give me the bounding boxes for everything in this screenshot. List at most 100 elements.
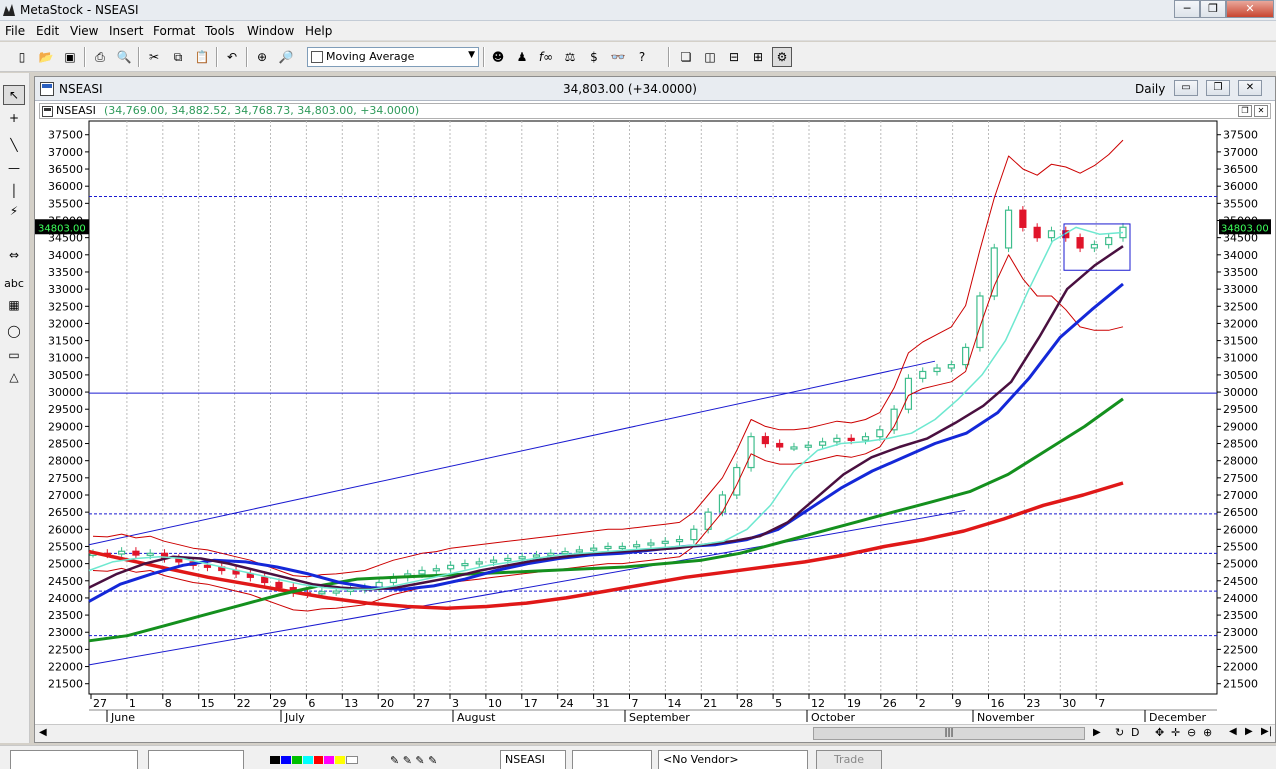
y-tick-label-right: 35500	[1223, 197, 1258, 210]
chart-close-button[interactable]: ✕	[1238, 80, 1262, 96]
price-chart[interactable]: 21500 22000 22500 23000 23500 24000 24500 25000…	[35, 120, 1275, 724]
paste-icon[interactable]: 📋	[192, 47, 212, 67]
candle-body	[1019, 209, 1027, 228]
menu-edit[interactable]: Edit	[36, 24, 59, 38]
menu-tools[interactable]: Tools	[205, 24, 235, 38]
explorer-icon[interactable]: ♟	[512, 47, 532, 67]
pane-restore-button[interactable]: ❐	[1238, 105, 1252, 117]
chart-restore-button[interactable]: ❐	[1206, 80, 1230, 96]
candle-body	[818, 441, 827, 446]
menu-file[interactable]: File	[5, 24, 25, 38]
new-file-icon[interactable]: ▯	[12, 47, 32, 67]
cascade-icon[interactable]: ❏	[676, 47, 696, 67]
chart-settings-icon[interactable]: ⚙	[772, 47, 792, 67]
open-folder-icon[interactable]: 📂	[36, 47, 56, 67]
scroll-next-icon[interactable]: ▶|	[1261, 726, 1272, 737]
crosshair-tool-icon[interactable]: +	[3, 108, 25, 128]
maximize-button[interactable]: ❐	[1200, 0, 1226, 18]
candle-body	[661, 540, 669, 544]
close-button[interactable]: ✕	[1226, 0, 1274, 18]
save-icon[interactable]: ▣	[60, 47, 80, 67]
move-icon[interactable]: ✥	[1155, 726, 1164, 739]
candle-body	[847, 437, 855, 441]
text-tool-icon[interactable]: abc	[3, 273, 25, 293]
x-day-label: 31	[596, 697, 610, 710]
pointer-icon[interactable]: ↖	[3, 85, 25, 105]
crosshair-icon[interactable]: ⊕	[252, 47, 272, 67]
y-tick-label-right: 22000	[1223, 661, 1258, 674]
horizontal-scrollbar[interactable]: ◀ ||| ▶ ↻ D ✥ ✛ ⊖ ⊕ ◀ ▶ ▶|	[35, 724, 1275, 742]
print-icon[interactable]: ⎙	[90, 47, 110, 67]
rectangle-icon[interactable]: ▭	[3, 345, 25, 365]
color-palette[interactable]	[270, 756, 358, 764]
y-tick-label-left: 30500	[48, 369, 83, 382]
status-dropdown-2[interactable]	[148, 750, 244, 769]
cycle-lines-icon[interactable]: ⇔	[3, 245, 25, 265]
y-tick-label-right: 32000	[1223, 317, 1258, 330]
y-tick-label-left: 28500	[48, 438, 83, 451]
candle-body	[947, 364, 955, 369]
formula-icon[interactable]: f∞	[536, 47, 556, 67]
triangle-icon[interactable]: △	[3, 367, 25, 387]
vendor-select[interactable]: <No Vendor>	[658, 750, 808, 769]
tile-vertical-icon[interactable]: ◫	[700, 47, 720, 67]
expert-advisor-icon[interactable]: ☻	[488, 47, 508, 67]
horizontal-line-icon[interactable]: —	[3, 158, 25, 178]
menu-help[interactable]: Help	[305, 24, 332, 38]
y-tick-label-left: 33500	[48, 266, 83, 279]
copy-icon[interactable]: ⧉	[168, 47, 188, 67]
vertical-line-icon[interactable]: │	[3, 181, 25, 201]
minimize-button[interactable]: ─	[1174, 0, 1200, 18]
zoom-icon[interactable]: 🔎	[276, 47, 296, 67]
line-style-icons[interactable]: ✎ ✎ ✎ ✎	[390, 754, 437, 767]
candle-body	[1076, 237, 1084, 249]
y-tick-label-left: 37000	[48, 146, 83, 159]
system-tester-icon[interactable]: ⚖	[560, 47, 580, 67]
candle-body	[418, 569, 426, 575]
candle-body	[575, 549, 583, 553]
candle-body	[690, 528, 698, 541]
periodicity-label[interactable]: Daily	[1135, 82, 1165, 96]
print-preview-icon[interactable]: 🔍	[114, 47, 134, 67]
y-tick-label-right: 30000	[1223, 386, 1258, 399]
chart-minimize-button[interactable]: ▭	[1174, 80, 1198, 96]
candle-body	[647, 542, 655, 546]
move-horizontal-icon[interactable]: ✛	[1171, 726, 1180, 739]
menu-window[interactable]: Window	[247, 24, 294, 38]
x-day-label: 24	[560, 697, 574, 710]
dollar-icon[interactable]: $	[584, 47, 604, 67]
ellipse-icon[interactable]: ◯	[3, 321, 25, 341]
zoom-out-icon[interactable]: ⊖	[1187, 726, 1196, 739]
price-summary: 34,803.00 (+34.0000)	[563, 82, 697, 96]
binoculars-icon[interactable]: 👓	[608, 47, 628, 67]
cut-icon[interactable]: ✂	[144, 47, 164, 67]
status-dropdown-3[interactable]	[572, 750, 652, 769]
y-tick-label-right: 25000	[1223, 558, 1258, 571]
menu-view[interactable]: View	[70, 24, 98, 38]
scroll-thumb[interactable]: |||	[813, 727, 1085, 740]
y-tick-label-right: 33000	[1223, 283, 1258, 296]
zoom-in-icon[interactable]: ⊕	[1203, 726, 1212, 739]
pane-close-button[interactable]: ✕	[1254, 105, 1268, 117]
tile-grid-icon[interactable]: ⊞	[748, 47, 768, 67]
scroll-left-icon[interactable]: ◀	[39, 727, 47, 738]
x-day-label: 3	[452, 697, 459, 710]
grid-tool-icon[interactable]: ▦	[3, 295, 25, 315]
status-dropdown-1[interactable]	[10, 750, 138, 769]
candle-body	[933, 367, 941, 373]
help-cursor-icon[interactable]: ?	[632, 47, 652, 67]
menu-format[interactable]: Format	[153, 24, 195, 38]
periodicity-d-icon[interactable]: D	[1131, 726, 1139, 739]
scroll-right-icon[interactable]: ▶	[1093, 727, 1101, 738]
trade-button[interactable]: Trade	[816, 750, 882, 769]
refresh-icon[interactable]: ↻	[1115, 726, 1124, 739]
scroll-start-icon[interactable]: ◀	[1229, 726, 1237, 737]
y-tick-label-right: 24500	[1223, 575, 1258, 588]
menu-insert[interactable]: Insert	[109, 24, 143, 38]
undo-icon[interactable]: ↶	[222, 47, 242, 67]
scroll-end-icon[interactable]: ▶	[1245, 726, 1253, 737]
trendline-icon[interactable]: ╲	[3, 135, 25, 155]
fibonacci-icon[interactable]: ⚡	[3, 201, 25, 221]
indicator-select[interactable]: Moving Average ▼	[307, 47, 479, 67]
tile-horizontal-icon[interactable]: ⊟	[724, 47, 744, 67]
